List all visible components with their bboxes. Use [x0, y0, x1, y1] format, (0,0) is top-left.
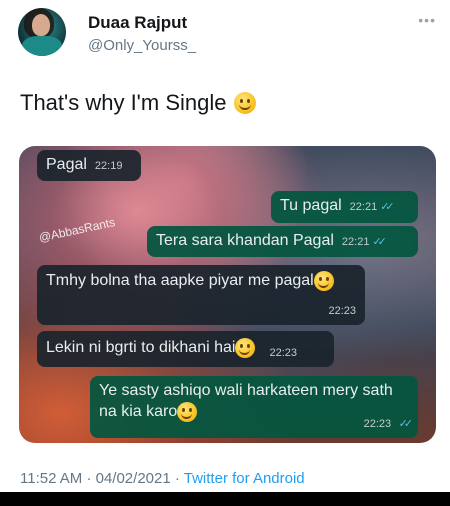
tweet-date[interactable]: 04/02/2021: [96, 470, 171, 487]
more-dots-icon[interactable]: •••: [418, 12, 436, 28]
chat-bubble-incoming: Pagal 22:19: [37, 150, 141, 181]
bottom-border: [0, 492, 450, 506]
tweet-text-content: That's why I'm Single: [20, 90, 227, 115]
message-text: na kia karo: [99, 403, 178, 420]
tweet-footer: 11:52 AM · 04/02/2021 · Twitter for Andr…: [20, 470, 305, 487]
message-time: 22:23: [328, 305, 356, 317]
message-time: 22:23: [363, 418, 392, 430]
tweet-media-image[interactable]: @AbbasRants Pagal 22:19 Tu pagal 22:21 ✓…: [19, 146, 436, 443]
avatar-shirt: [22, 36, 62, 56]
author-avatar[interactable]: [18, 8, 66, 56]
chat-bubble-outgoing: Ye sasty ashiqo wali harkateen mery sath…: [90, 376, 418, 438]
author-name[interactable]: Duaa Rajput: [88, 13, 187, 33]
message-time: 22:21: [341, 236, 370, 248]
slightly-smiling-face-icon: [235, 338, 256, 358]
separator: ·: [174, 470, 180, 487]
message-text: Pagal: [46, 156, 87, 173]
watermark: @AbbasRants: [37, 215, 117, 245]
avatar-face: [32, 14, 50, 36]
slightly-smiling-face-icon: [234, 92, 257, 114]
read-ticks-icon: ✓✓: [398, 418, 414, 430]
slightly-smiling-face-icon: [177, 402, 198, 422]
chat-bubble-incoming: Lekin ni bgrti to dikhani hai 22:23: [37, 331, 334, 367]
read-ticks-icon: ✓✓: [372, 236, 387, 248]
message-time: 22:19: [94, 160, 123, 172]
chat-bubble-outgoing: Tu pagal 22:21 ✓✓: [271, 191, 418, 223]
separator: ·: [86, 470, 92, 487]
message-text: Ye sasty ashiqo wali harkateen mery sath: [99, 382, 393, 399]
tweet-time[interactable]: 11:52 AM: [20, 470, 82, 487]
message-text: Lekin ni bgrti to dikhani hai: [46, 339, 236, 356]
author-handle[interactable]: @Only_Yourss_: [88, 37, 196, 54]
message-text: Tmhy bolna tha aapke piyar me pagal: [46, 272, 314, 289]
tweet-text: That's why I'm Single: [20, 90, 257, 116]
read-ticks-icon: ✓✓: [380, 201, 395, 213]
message-text: Tu pagal: [280, 197, 342, 214]
chat-bubble-outgoing: Tera sara khandan Pagal 22:21 ✓✓: [147, 226, 418, 257]
chat-bubble-incoming: Tmhy bolna tha aapke piyar me pagal 22:2…: [37, 265, 365, 325]
message-time: 22:21: [349, 201, 378, 213]
slightly-smiling-face-icon: [313, 271, 334, 291]
message-time: 22:23: [269, 347, 297, 359]
tweet-source-link[interactable]: Twitter for Android: [184, 470, 305, 487]
message-text: Tera sara khandan Pagal: [156, 232, 334, 249]
